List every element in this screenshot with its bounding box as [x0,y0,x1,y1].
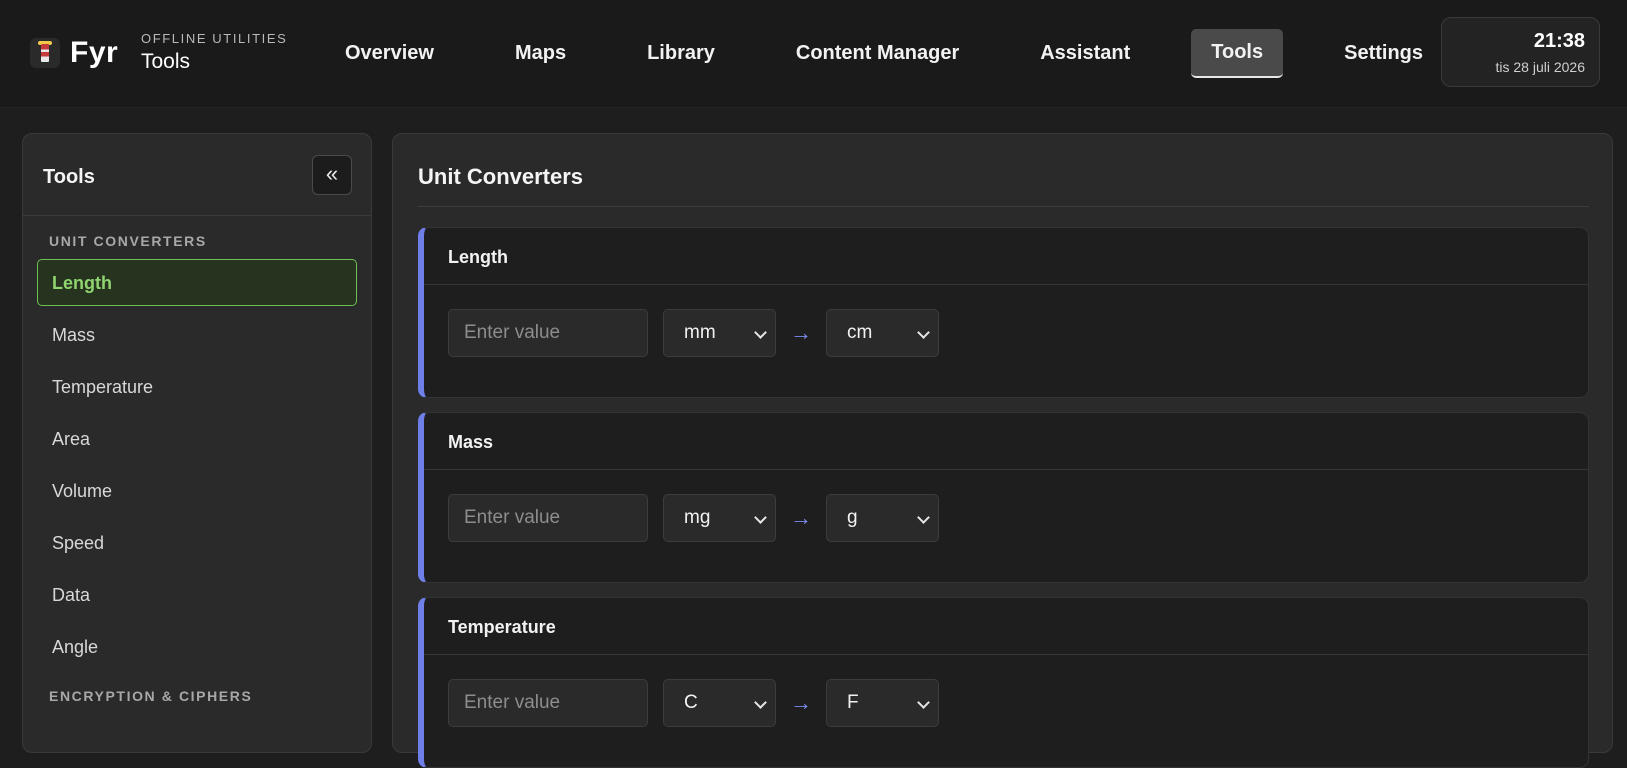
nav-settings[interactable]: Settings [1324,30,1443,77]
chevron-down-icon [917,511,930,524]
chevron-down-icon [754,696,767,709]
to-unit-value: F [847,692,859,713]
from-unit-select[interactable]: C [663,679,776,727]
sidebar-item-angle[interactable]: Angle [37,623,357,670]
section-label-unit-converters: UNIT CONVERTERS [49,233,207,249]
converter-title: Temperature [424,598,1588,655]
sidebar-item-speed[interactable]: Speed [37,519,357,566]
arrow-right-icon: → [790,320,812,345]
converters-panel: Unit Converters Length mm → cm Mass mg → [392,133,1613,768]
from-unit-select[interactable]: mm [663,309,776,357]
to-unit-select[interactable]: F [826,679,939,727]
from-unit-value: mg [684,507,711,528]
sidebar-item-mass[interactable]: Mass [37,311,357,358]
converter-controls: mg → g [448,494,939,542]
sidebar-header: Tools « [23,134,371,216]
to-unit-value: g [847,507,858,528]
sidebar-item-length[interactable]: Length [37,259,357,306]
sidebar-item-data[interactable]: Data [37,571,357,618]
sidebar-item-volume[interactable]: Volume [37,467,357,514]
to-unit-select[interactable]: g [826,494,939,542]
chevron-down-icon [754,326,767,339]
section-label-encryption: ENCRYPTION & CIPHERS [49,688,253,704]
from-unit-value: mm [684,322,716,343]
value-input[interactable] [448,309,648,357]
sidebar-item-temperature[interactable]: Temperature [37,363,357,410]
arrow-right-icon: → [790,690,812,715]
panel-divider [418,206,1589,207]
page-title: Tools [141,50,191,73]
value-input[interactable] [448,494,648,542]
arrow-right-icon: → [790,505,812,530]
nav-overview[interactable]: Overview [325,30,454,77]
converter-card-temperature: Temperature C → F [418,597,1589,768]
converter-title: Mass [424,413,1588,470]
clock-time: 21:38 [1533,30,1585,52]
chevron-down-icon [754,511,767,524]
brand[interactable]: Fyr [30,36,118,70]
nav-maps[interactable]: Maps [495,30,586,77]
converter-controls: mm → cm [448,309,939,357]
value-input[interactable] [448,679,648,727]
sidebar-item-area[interactable]: Area [37,415,357,462]
converter-card-mass: Mass mg → g [418,412,1589,583]
to-unit-select[interactable]: cm [826,309,939,357]
converter-title: Length [424,228,1588,285]
page-identifier: OFFLINE UTILITIES Tools [141,31,287,74]
collapse-sidebar-button[interactable]: « [312,155,352,195]
tools-sidebar: Tools « UNIT CONVERTERS Length Mass Temp… [22,133,372,753]
lighthouse-logo-icon [30,38,60,68]
nav-content-manager[interactable]: Content Manager [776,30,979,77]
sidebar-title: Tools [43,166,95,188]
nav-tools[interactable]: Tools [1191,28,1284,78]
chevron-down-icon [917,696,930,709]
clock-widget: 21:38 tis 28 juli 2026 [1441,17,1600,87]
from-unit-value: C [684,692,698,713]
nav-assistant[interactable]: Assistant [1020,30,1150,77]
clock-date: tis 28 juli 2026 [1495,59,1585,75]
app-name: Fyr [70,36,119,69]
converter-controls: C → F [448,679,939,727]
from-unit-select[interactable]: mg [663,494,776,542]
converter-card-length: Length mm → cm [418,227,1589,398]
panel-title: Unit Converters [418,164,584,189]
page-eyebrow: OFFLINE UTILITIES [141,31,288,46]
unit-converter-list: Length Mass Temperature Area Volume Spee… [23,259,371,670]
main-nav: Overview Maps Library Content Manager As… [325,28,1484,78]
nav-library[interactable]: Library [627,30,735,77]
top-bar: Fyr OFFLINE UTILITIES Tools Overview Map… [0,0,1627,108]
to-unit-value: cm [847,322,873,343]
chevron-down-icon [917,326,930,339]
